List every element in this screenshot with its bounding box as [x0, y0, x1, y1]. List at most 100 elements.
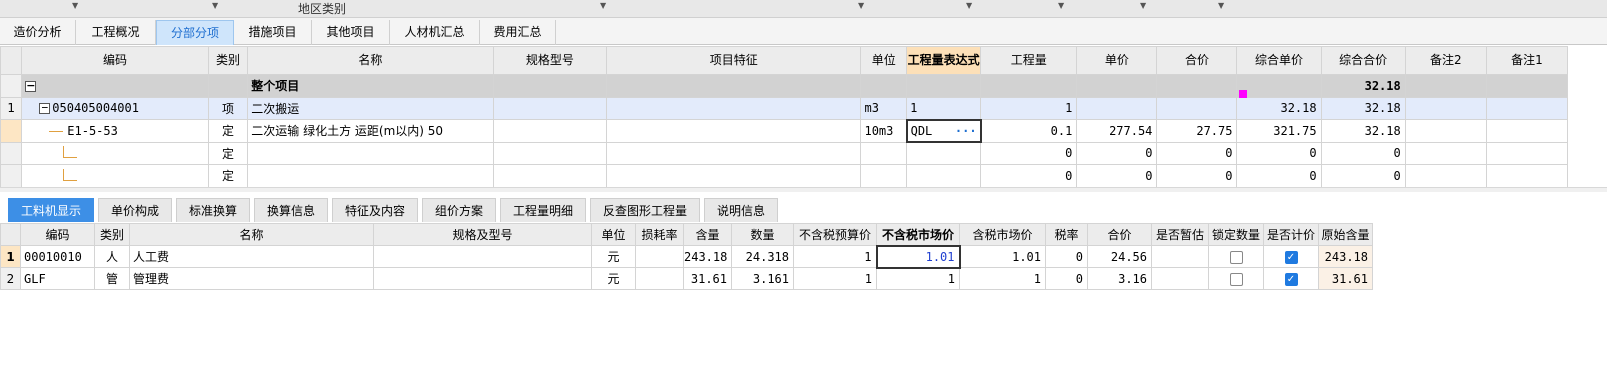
composite-total-header[interactable]: 综合合价 — [1320, 46, 1406, 75]
name-header[interactable]: 名称 — [129, 223, 374, 246]
resource-row[interactable]: 2 GLF 管 管理费 元 31.61 3.161 1 1 1 0 3.16 ✓… — [0, 267, 1373, 290]
code-header[interactable]: 编码 — [20, 223, 95, 246]
note2-cell[interactable] — [1404, 119, 1487, 143]
tab-reverse-graphic-quantity[interactable]: 反查图形工程量 — [590, 198, 700, 222]
spec-cell[interactable] — [492, 164, 608, 188]
quantity-expression-header[interactable]: 工程量表达式 — [906, 46, 982, 75]
loss-cell[interactable] — [635, 245, 684, 268]
name-cell[interactable] — [247, 141, 494, 165]
qty-cell[interactable]: 0 — [980, 164, 1078, 188]
lock-quantity-checkbox[interactable] — [1229, 272, 1243, 286]
type-cell[interactable]: 管 — [94, 267, 130, 290]
note2-cell[interactable] — [1404, 74, 1487, 98]
content-header[interactable]: 含量 — [683, 223, 732, 246]
tab-description-info[interactable]: 说明信息 — [704, 198, 778, 222]
loss-cell[interactable] — [635, 267, 684, 290]
expression-editor-button[interactable]: ··· — [955, 124, 979, 138]
price-flag-cell[interactable]: ✓ — [1263, 245, 1319, 268]
lock-quantity-checkbox[interactable] — [1229, 250, 1243, 264]
unit-header[interactable]: 单位 — [860, 46, 908, 75]
expr-cell[interactable] — [906, 164, 982, 188]
pre-tax-market-price-header[interactable]: 不含税市场价 — [876, 223, 960, 246]
expr-cell[interactable]: 1 — [906, 96, 982, 120]
utotal-cell[interactable]: 0 — [1320, 164, 1406, 188]
tab-quantity-detail[interactable]: 工程量明细 — [500, 198, 586, 222]
feature-cell[interactable] — [606, 164, 862, 188]
code-cell[interactable]: GLF — [20, 267, 95, 290]
note1-cell[interactable] — [1485, 96, 1569, 120]
price-cell[interactable] — [1076, 96, 1158, 120]
quantity-header[interactable]: 工程量 — [980, 46, 1078, 75]
note2-header[interactable]: 备注2 — [1404, 46, 1487, 75]
code-cell[interactable]: 00010010 — [20, 245, 95, 268]
unit-cell[interactable]: 元 — [591, 245, 636, 268]
feature-cell[interactable] — [606, 74, 862, 98]
note2-cell[interactable] — [1404, 164, 1487, 188]
spec-cell[interactable] — [492, 141, 608, 165]
note1-cell[interactable] — [1485, 141, 1569, 165]
tab-project-overview[interactable]: 工程概况 — [76, 20, 156, 45]
dropdown-arrow-icon[interactable]: ▼ — [600, 1, 606, 10]
dropdown-arrow-icon[interactable]: ▼ — [966, 1, 972, 10]
note1-cell[interactable] — [1485, 119, 1569, 143]
uprice-cell[interactable]: 0 — [1236, 164, 1322, 188]
dropdown-arrow-icon[interactable]: ▼ — [1140, 1, 1146, 10]
quantity-header[interactable]: 数量 — [731, 223, 794, 246]
uprice-cell[interactable]: 321.75 — [1236, 119, 1322, 143]
tab-standard-conversion[interactable]: 标准换算 — [176, 198, 250, 222]
price-cell[interactable] — [1076, 74, 1158, 98]
content-cell[interactable]: 243.18 — [683, 245, 732, 268]
note2-cell[interactable] — [1404, 141, 1487, 165]
total-price-header[interactable]: 合价 — [1156, 46, 1238, 75]
dropdown-arrow-icon[interactable]: ▼ — [858, 1, 864, 10]
resource-row[interactable]: 1 00010010 人 人工费 元 243.18 24.318 1 1.01 … — [0, 244, 1373, 269]
code-cell[interactable] — [21, 141, 209, 165]
original-content-cell[interactable]: 243.18 — [1318, 245, 1373, 268]
price-cell[interactable]: 277.54 — [1076, 119, 1158, 143]
tax-rate-cell[interactable]: 0 — [1045, 267, 1088, 290]
tab-features-content[interactable]: 特征及内容 — [332, 198, 418, 222]
type-cell[interactable]: 项 — [207, 96, 249, 120]
collapse-toggle-icon[interactable]: − — [25, 80, 37, 92]
quantity-cell[interactable]: 24.318 — [731, 245, 794, 268]
provisional-cell[interactable] — [1151, 267, 1209, 290]
name-cell[interactable]: 二次运输 绿化土方 运距(m以内) 50 — [247, 119, 494, 143]
spec-cell[interactable] — [373, 267, 592, 290]
type-header[interactable]: 类别 — [94, 223, 130, 246]
code-cell[interactable]: E1-5-53 — [21, 119, 209, 143]
total-cell[interactable] — [1156, 96, 1238, 120]
name-cell[interactable] — [247, 164, 494, 188]
spec-header[interactable]: 规格及型号 — [373, 223, 592, 246]
unit-cell[interactable] — [860, 74, 908, 98]
spec-cell[interactable] — [492, 74, 608, 98]
dropdown-arrow-icon[interactable]: ▼ — [72, 1, 78, 10]
unit-cell[interactable] — [860, 141, 908, 165]
quota-row[interactable]: E1-5-53 定 二次运输 绿化土方 运距(m以内) 50 10m3 QDL ·… — [0, 118, 1569, 143]
content-cell[interactable]: 31.61 — [683, 267, 732, 290]
lock-quantity-cell[interactable] — [1208, 245, 1264, 268]
horizontal-scrollbar[interactable] — [0, 187, 1607, 192]
feature-header[interactable]: 项目特征 — [606, 46, 862, 75]
feature-cell[interactable] — [606, 96, 862, 120]
unit-price-header[interactable]: 单价 — [1076, 46, 1158, 75]
feature-cell[interactable] — [606, 141, 862, 165]
expr-cell[interactable] — [906, 141, 982, 165]
region-category-label[interactable]: 地区类别 — [298, 0, 346, 17]
unit-cell[interactable]: m3 — [860, 96, 908, 120]
provisional-header[interactable]: 是否暂估 — [1151, 223, 1209, 246]
tab-price-composition[interactable]: 单价构成 — [98, 198, 172, 222]
note2-cell[interactable] — [1404, 96, 1487, 120]
tab-measures[interactable]: 措施项目 — [234, 20, 312, 45]
dropdown-arrow-icon[interactable]: ▼ — [212, 1, 218, 10]
code-cell[interactable]: −050405004001 — [21, 96, 209, 120]
unit-cell[interactable]: 10m3 — [860, 119, 908, 143]
collapse-toggle-icon[interactable]: − — [39, 102, 51, 115]
tab-resource-summary[interactable]: 人材机汇总 — [390, 20, 480, 45]
feature-cell[interactable] — [606, 119, 862, 143]
provisional-cell[interactable] — [1151, 245, 1209, 268]
type-cell[interactable]: 定 — [207, 119, 249, 143]
tab-resource-display[interactable]: 工料机显示 — [8, 198, 94, 222]
pre-tax-market-price-cell[interactable]: 1 — [876, 267, 960, 290]
tab-cost-analysis[interactable]: 造价分析 — [0, 20, 76, 45]
pre-tax-budget-price-cell[interactable]: 1 — [793, 267, 877, 290]
